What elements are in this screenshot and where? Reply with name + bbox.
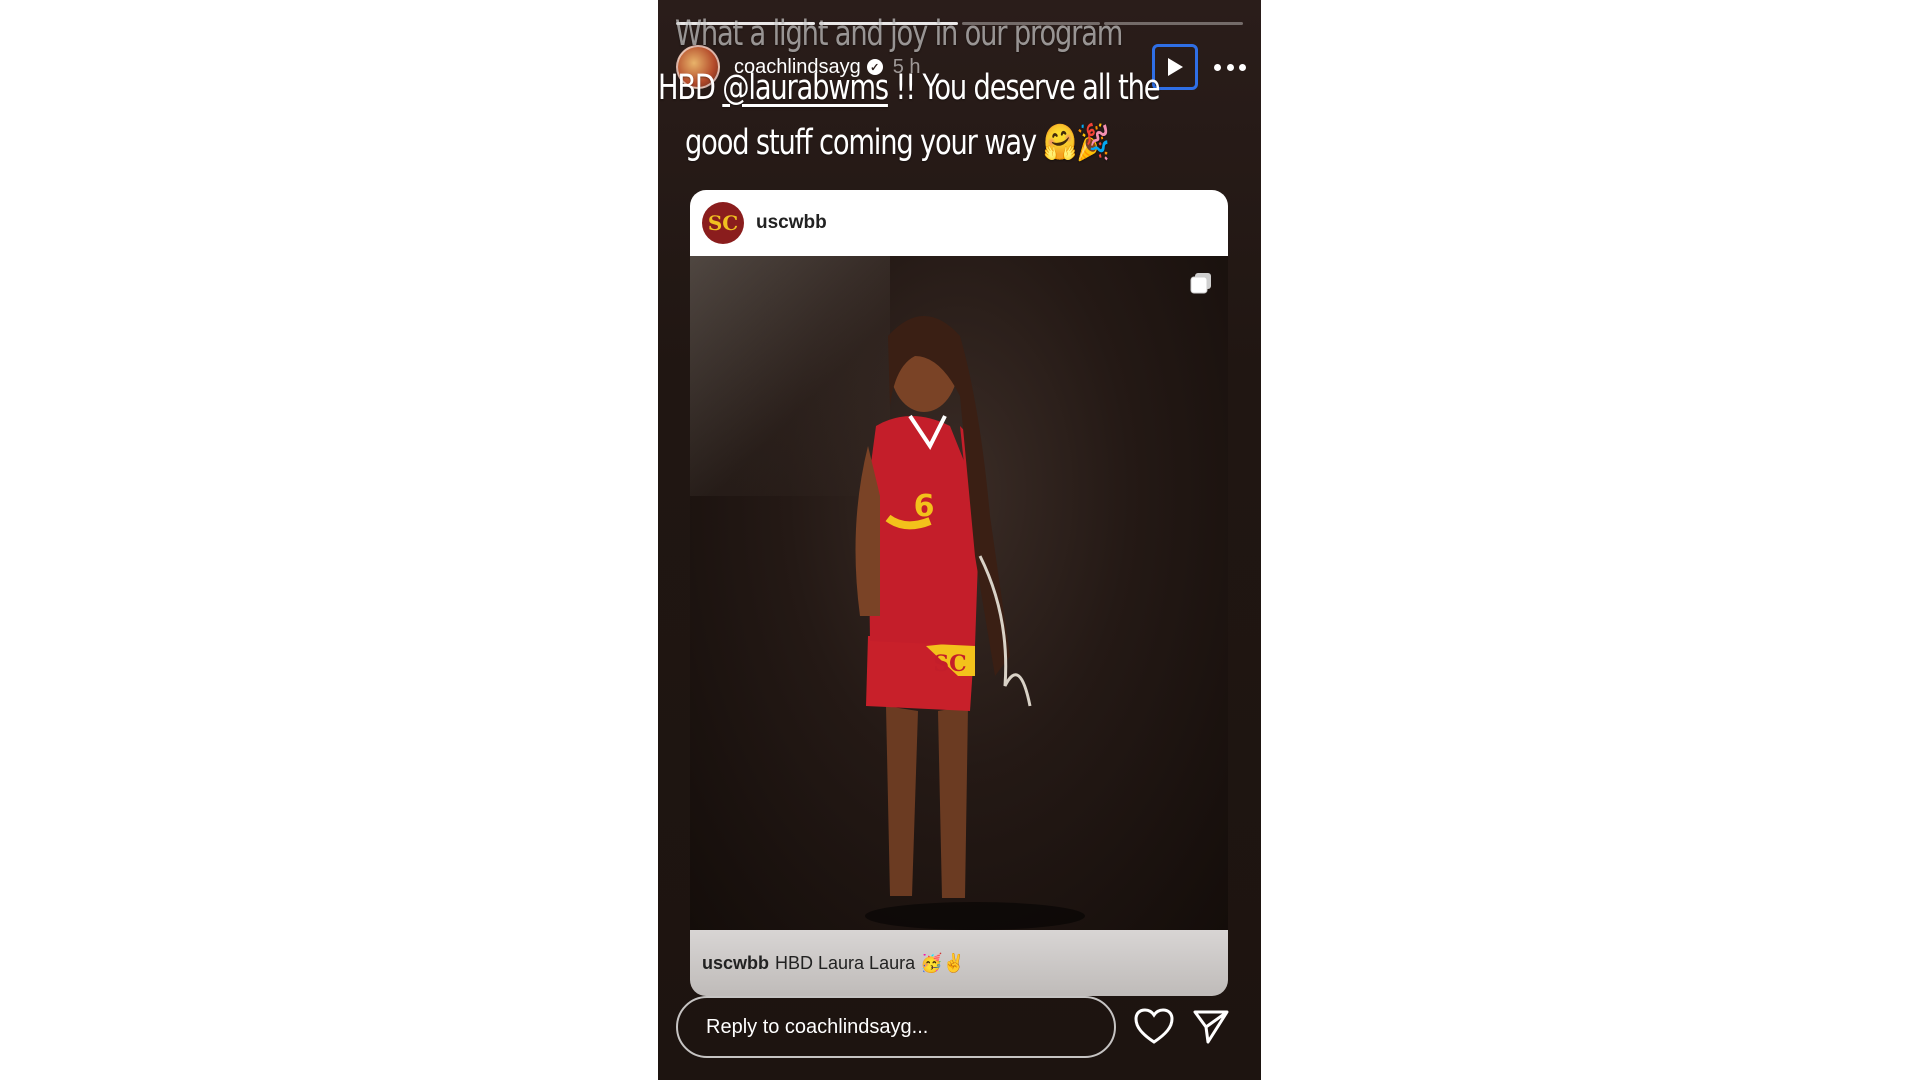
caption-text: HBD <box>658 68 723 108</box>
more-options-button[interactable] <box>1214 54 1246 80</box>
more-icon <box>1239 63 1246 71</box>
mention-link[interactable]: @laurabwms <box>722 68 889 108</box>
shared-post-header[interactable]: SC uscwbb <box>690 190 1228 256</box>
caption-text: !! You deserve all the <box>887 68 1160 108</box>
post-author-avatar[interactable]: SC <box>702 202 744 244</box>
shared-post-card[interactable]: SC uscwbb 6 SC uscwbb HBD Laura Laura 🥳✌… <box>690 190 1228 996</box>
story-caption-line: HBD @laurabwms !! You deserve all the <box>658 68 1161 108</box>
story-viewer[interactable]: What a light and joy in our program coac… <box>658 0 1261 1080</box>
post-photo[interactable]: 6 SC <box>690 256 1228 930</box>
play-icon <box>1168 58 1183 76</box>
jersey-number: 6 <box>914 489 935 524</box>
shared-post-caption: uscwbb HBD Laura Laura 🥳✌️ <box>690 930 1228 996</box>
more-icon <box>1226 63 1234 71</box>
more-icon <box>1214 63 1221 71</box>
player-illustration: 6 SC <box>855 316 1085 930</box>
shorts-logo: SC <box>933 651 966 677</box>
caption-username[interactable]: uscwbb <box>702 953 769 974</box>
reply-input[interactable]: Reply to coachlindsayg... <box>676 996 1116 1058</box>
story-caption-line: good stuff coming your way 🤗🎉 <box>685 123 1110 163</box>
send-icon[interactable] <box>1192 1008 1230 1046</box>
heart-icon[interactable] <box>1134 1008 1174 1046</box>
caption-text: HBD Laura Laura 🥳✌️ <box>775 952 965 973</box>
post-author-username[interactable]: uscwbb <box>756 212 827 234</box>
